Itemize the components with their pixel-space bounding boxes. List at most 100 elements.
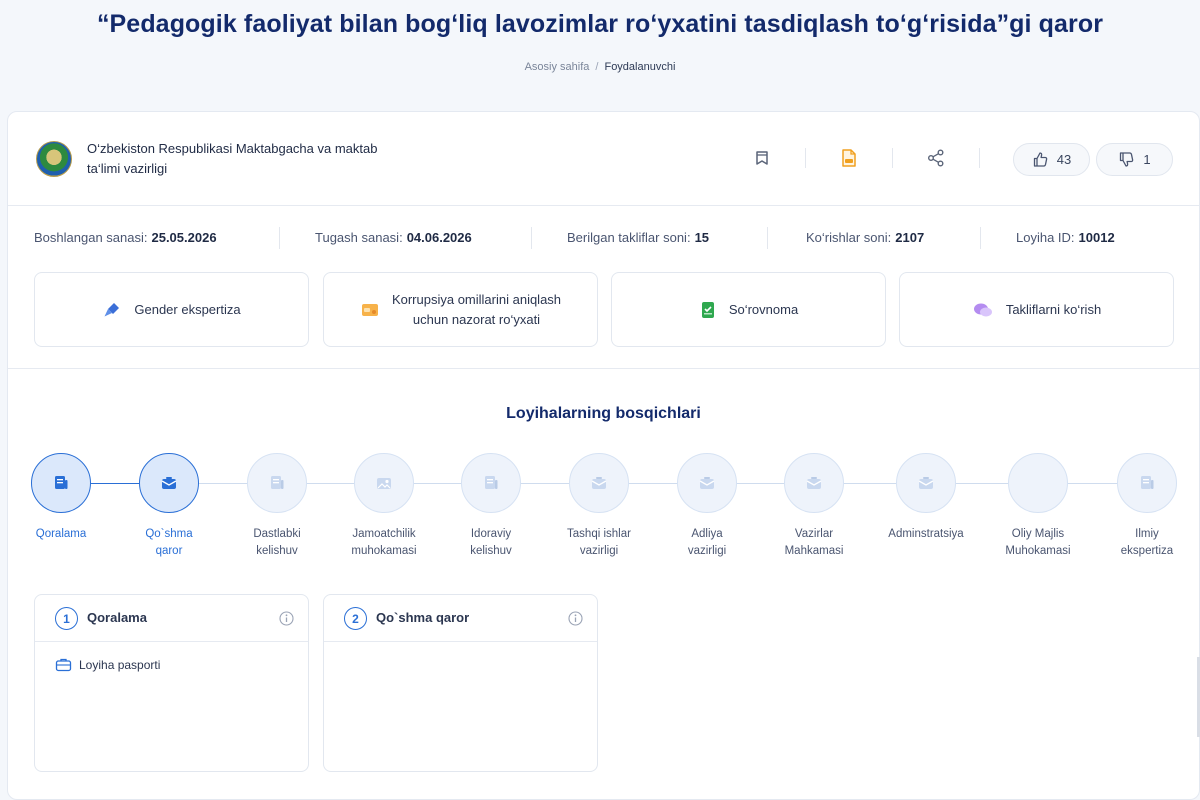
stat-start-date: Boshlangan sanasi: 25.05.2026 — [34, 230, 217, 245]
stage-label-line2: qaror — [155, 545, 183, 557]
stat-value: 10012 — [1078, 230, 1115, 245]
project-passport-link[interactable]: Loyiha pasporti — [55, 657, 160, 672]
like-button[interactable]: 43 — [1013, 143, 1090, 176]
pdf-icon[interactable] — [836, 145, 862, 171]
stage-label-line1: Qoralama — [35, 528, 87, 540]
stage-step-8[interactable] — [784, 453, 844, 513]
stage-label-line2: vazirligi — [687, 545, 727, 557]
panel-header: 1 Qoralama — [35, 595, 308, 642]
briefcase-icon — [55, 658, 72, 672]
stage-icon — [55, 476, 68, 489]
stage-label-line2: Mahkamasi — [784, 545, 844, 557]
stage-step-4[interactable] — [354, 453, 414, 513]
stage-label-line2: kelishuv — [470, 545, 512, 557]
section-divider — [8, 368, 1199, 369]
stat-label: Tugash sanasi: — [315, 230, 403, 245]
thumbs-down-icon — [1120, 152, 1134, 167]
project-header: O‘zbekiston Respublikasi Maktabgacha va … — [8, 112, 1199, 206]
survey-label: So‘rovnoma — [728, 301, 799, 317]
stat-divider — [767, 227, 768, 249]
stage-step-2[interactable] — [139, 453, 199, 513]
project-card: O‘zbekiston Respublikasi Maktabgacha va … — [7, 111, 1200, 800]
ministry-emblem-icon — [36, 141, 72, 177]
stage-connector — [307, 483, 354, 484]
stage-connector — [629, 483, 677, 484]
stage-step-3[interactable] — [247, 453, 307, 513]
stage-icon — [161, 477, 177, 489]
bookmark-icon[interactable] — [749, 145, 775, 171]
view-proposals-button[interactable]: Takliflarni ko‘rish — [899, 272, 1174, 347]
stage-label: Vazirlar Mahkamasi — [759, 526, 869, 560]
brush-icon — [104, 302, 120, 316]
stat-divider — [980, 227, 981, 249]
stage-label: Ilmiy ekspertiza — [1092, 526, 1200, 560]
stage-connector — [844, 483, 896, 484]
stage-step-7[interactable] — [677, 453, 737, 513]
ministry-name-line2: ta‘limi vazirligi — [87, 161, 168, 176]
toolbar-divider — [979, 148, 980, 168]
stage-step-6[interactable] — [569, 453, 629, 513]
panel-header: 2 Qo`shma qaror — [324, 595, 597, 642]
stat-label: Ko‘rishlar soni: — [806, 230, 892, 245]
stage-step-9[interactable] — [896, 453, 956, 513]
stage-connector — [521, 483, 569, 484]
stage-connector — [956, 483, 1008, 484]
stat-project-id: Loyiha ID: 10012 — [1016, 230, 1115, 245]
stage-step-5[interactable] — [461, 453, 521, 513]
like-count: 43 — [1056, 152, 1072, 167]
stat-views-count: Ko‘rishlar soni: 2107 — [806, 230, 924, 245]
stage-panel-joint-decision: 2 Qo`shma qaror — [323, 594, 598, 772]
stage-icon — [271, 476, 284, 489]
stage-label-line1: Adliya — [691, 528, 723, 540]
stat-end-date: Tugash sanasi: 04.06.2026 — [315, 230, 472, 245]
stat-value: 04.06.2026 — [406, 230, 472, 245]
stage-connector — [199, 483, 247, 484]
stage-icon — [377, 478, 391, 489]
ministry-name-line1: O‘zbekiston Respublikasi Maktabgacha va … — [87, 141, 378, 156]
stage-label: Adminstratsiya — [871, 526, 981, 543]
breadcrumb-home-link[interactable]: Asosiy sahifa — [525, 61, 590, 73]
panel-number: 2 — [344, 607, 367, 630]
stage-icon — [1141, 476, 1154, 489]
stage-step-11[interactable] — [1117, 453, 1177, 513]
gender-expertise-button[interactable]: Gender ekspertiza — [34, 272, 309, 347]
corruption-checklist-button[interactable]: Korrupsiya omillarini aniqlash uchun nazo… — [323, 272, 598, 347]
stage-label-line1: Oliy Majlis — [1011, 528, 1065, 540]
stat-divider — [279, 227, 280, 249]
stage-label-line1: Jamoatchilik — [352, 528, 416, 540]
stage-label: Adliya vazirligi — [652, 526, 762, 560]
stage-label-line1: Vazirlar — [794, 528, 834, 540]
stage-label-line1: Ilmiy — [1135, 528, 1159, 540]
stage-label-line2: kelishuv — [256, 545, 298, 557]
toolbar-divider — [892, 148, 893, 168]
toolbar-divider — [805, 148, 806, 168]
stage-connector — [1068, 483, 1117, 484]
stage-label: Qoralama — [6, 526, 116, 543]
stage-icon — [806, 477, 822, 489]
stages-title: Loyihalarning bosqichlari — [506, 405, 701, 422]
stage-icon — [485, 476, 498, 489]
corruption-label-line2: uchun nazorat ro‘yxati — [412, 311, 541, 327]
survey-icon — [701, 301, 714, 318]
panel-number: 1 — [55, 607, 78, 630]
stage-label: Jamoatchilik muhokamasi — [329, 526, 439, 560]
stage-step-10[interactable] — [1008, 453, 1068, 513]
stat-divider — [531, 227, 532, 249]
stage-connector — [737, 483, 784, 484]
stat-proposals-count: Berilgan takliflar soni: 15 — [567, 230, 709, 245]
survey-button[interactable]: So‘rovnoma — [611, 272, 886, 347]
breadcrumb-separator: / — [595, 61, 599, 73]
stage-connector — [91, 483, 139, 484]
gender-expertise-label: Gender ekspertiza — [134, 301, 241, 317]
info-icon[interactable] — [279, 611, 294, 626]
stage-icon — [591, 477, 607, 489]
stage-label: Qo`shma qaror — [114, 526, 224, 560]
stage-step-1[interactable] — [31, 453, 91, 513]
stage-label-line2: ekspertiza — [1120, 545, 1174, 557]
folder-icon — [361, 303, 378, 316]
info-icon[interactable] — [568, 611, 583, 626]
share-icon[interactable] — [923, 145, 949, 171]
dislike-button[interactable]: 1 — [1096, 143, 1173, 176]
stage-label-line1: Tashqi ishlar — [567, 528, 631, 540]
stage-icon — [918, 477, 934, 489]
